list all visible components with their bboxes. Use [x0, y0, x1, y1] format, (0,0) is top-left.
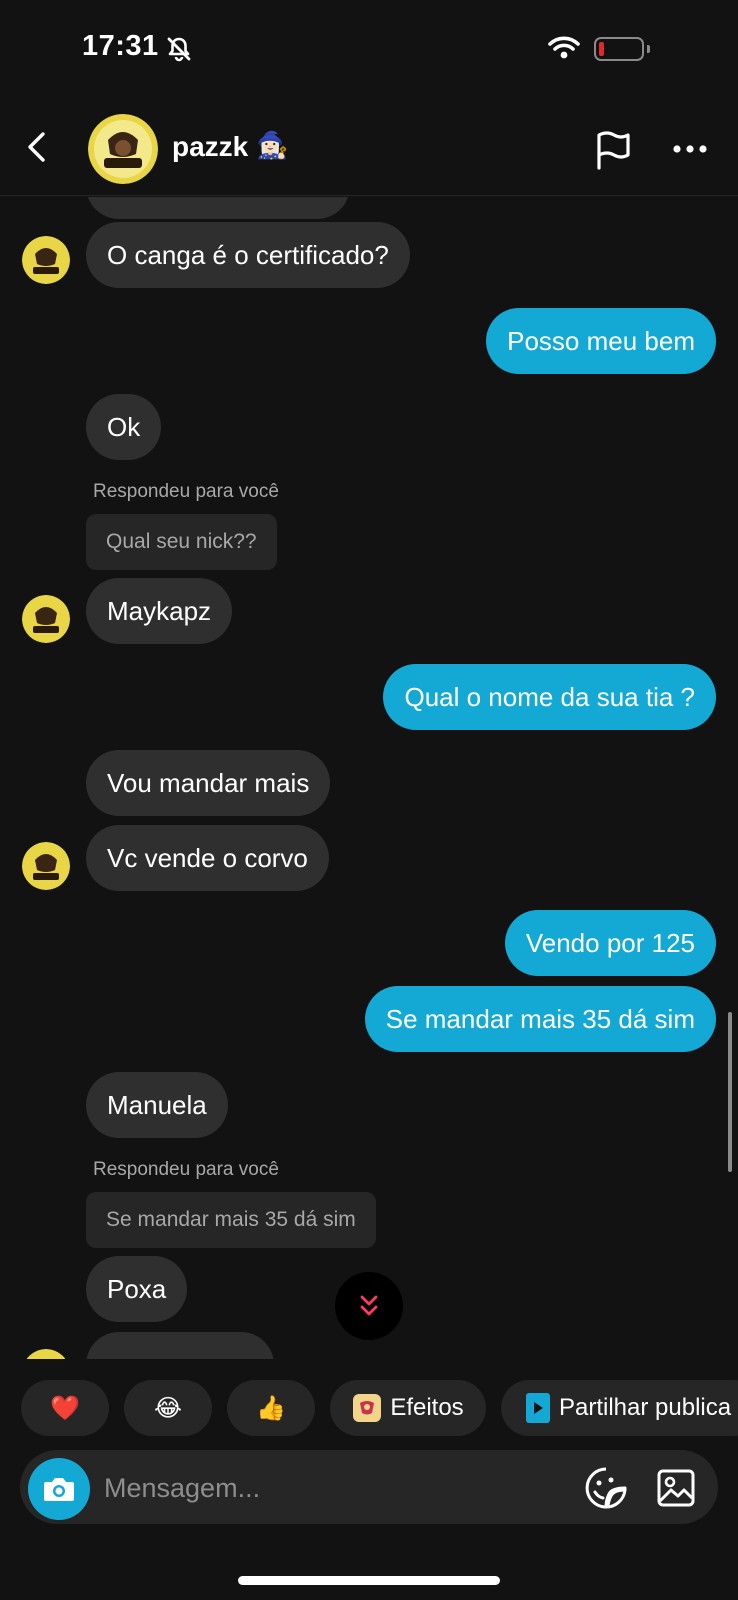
battery-cap — [647, 45, 650, 53]
status-time: 17:31 — [82, 30, 159, 62]
reply-quote[interactable]: Se mandar mais 35 dá sim — [86, 1192, 376, 1248]
camera-icon — [44, 1478, 74, 1501]
camera-button[interactable] — [28, 1458, 90, 1520]
wifi-icon — [548, 36, 580, 59]
effects-icon — [353, 1394, 382, 1422]
effects-label: Efeitos — [390, 1394, 464, 1421]
message-bubble-clipped[interactable] — [86, 1332, 274, 1359]
contact-emoji: 🧙🏻‍♀️ — [256, 130, 289, 160]
message-bubble-outgoing[interactable]: Qual o nome da sua tia ? — [383, 664, 716, 730]
heart-emoji: ❤️ — [50, 1394, 80, 1422]
home-indicator[interactable] — [238, 1576, 500, 1585]
thumbs-up-emoji: 👍 — [256, 1394, 286, 1422]
sticker-icon[interactable] — [584, 1466, 628, 1510]
contact-avatar-small[interactable] — [22, 236, 70, 284]
message-bubble-incoming[interactable]: Maykapz — [86, 578, 233, 644]
chat-header: pazzk 🧙🏻‍♀️ — [0, 100, 738, 196]
message-composer — [20, 1450, 718, 1524]
scroll-to-bottom-button[interactable] — [335, 1272, 403, 1340]
message-bubble-incoming[interactable]: Ok — [86, 394, 162, 460]
message-bubble-incoming[interactable]: Poxa — [86, 1256, 188, 1322]
message-input[interactable] — [104, 1468, 544, 1508]
contact-avatar-small[interactable] — [22, 595, 70, 643]
share-post-icon — [526, 1393, 550, 1423]
flag-icon[interactable] — [594, 130, 634, 170]
message-bubble-incoming[interactable]: O canga é o certificado? — [86, 222, 410, 288]
contact-avatar[interactable] — [88, 114, 158, 184]
message-bubble-outgoing[interactable]: Se mandar mais 35 dá sim — [364, 986, 716, 1052]
contact-name[interactable]: pazzk — [172, 131, 248, 163]
message-bubble-incoming[interactable]: Manuela — [86, 1072, 228, 1138]
message-list[interactable]: O canga é o certificado? Posso meu bem O… — [0, 197, 738, 1359]
reply-label: Respondeu para você — [93, 481, 279, 502]
share-post-button[interactable]: Partilhar publica — [501, 1380, 738, 1436]
gallery-icon[interactable] — [656, 1468, 696, 1508]
scrollbar[interactable] — [728, 1012, 732, 1172]
reply-quote[interactable]: Qual seu nick?? — [86, 514, 277, 570]
message-bubble-clipped[interactable] — [86, 197, 350, 219]
contact-avatar-small[interactable] — [22, 1349, 70, 1359]
quick-reaction-laugh[interactable]: 😂 — [124, 1380, 212, 1436]
share-post-label: Partilhar publica — [559, 1394, 732, 1421]
bell-muted-icon — [167, 37, 191, 62]
effects-button[interactable]: Efeitos — [330, 1380, 486, 1436]
laughing-emoji: 😂 — [153, 1394, 183, 1422]
battery-icon — [594, 37, 644, 61]
message-bubble-outgoing[interactable]: Posso meu bem — [486, 308, 716, 374]
more-options-icon[interactable] — [672, 144, 708, 154]
back-icon[interactable] — [24, 130, 50, 164]
message-bubble-outgoing[interactable]: Vendo por 125 — [504, 910, 716, 976]
reply-label: Respondeu para você — [93, 1159, 279, 1180]
quick-reaction-heart[interactable]: ❤️ — [21, 1380, 109, 1436]
contact-avatar-small[interactable] — [22, 842, 70, 890]
message-bubble-incoming[interactable]: Vou mandar mais — [86, 750, 331, 816]
double-chevron-down-icon — [360, 1295, 378, 1316]
message-bubble-incoming[interactable]: Vc vende o corvo — [86, 825, 329, 891]
quick-reaction-thumbs-up[interactable]: 👍 — [227, 1380, 315, 1436]
